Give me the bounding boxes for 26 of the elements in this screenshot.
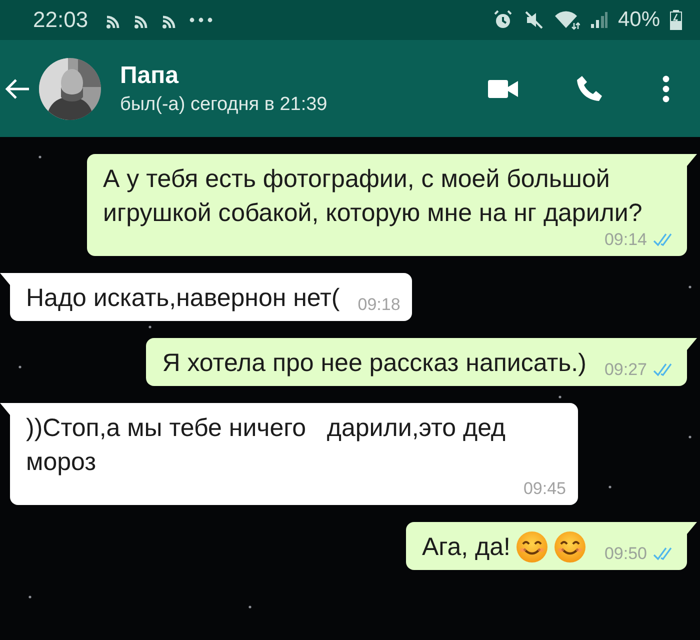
message-text: ))Стоп,а мы тебе ничего дарили,это дед мороз [26,413,507,478]
message-text: А у тебя есть фотографии, с моей большой игрушкой собакой, которую мне на нг дарили? [103,164,644,229]
more-notifications-icon [188,16,214,24]
alarm-icon [492,10,514,30]
message-text: Я хотела про нее рассказ написать.) [162,348,586,379]
clock-time: 22:03 [33,7,88,33]
back-arrow-icon[interactable] [4,78,30,100]
battery-percent: 40% [618,8,660,32]
mute-icon [524,10,544,30]
contact-name: Папа [120,62,180,90]
message-time: 09:27 [604,360,647,380]
menu-icon[interactable] [662,74,670,102]
message-time: 09:50 [604,544,647,564]
message-time: 09:18 [358,295,400,315]
smiling-face-icon [554,531,586,563]
message-time: 09:45 [523,479,566,499]
message-text: Надо искать,навернон нет( [26,283,340,314]
cell-signal-icon [590,11,608,29]
smiling-face-icon [516,531,548,563]
phone-call-icon[interactable] [576,74,604,102]
battery-charging-icon [670,10,682,30]
video-call-icon[interactable] [488,78,518,100]
message-time: 09:14 [604,230,647,250]
last-seen-status: был(-а) сегодня в 21:39 [120,94,328,116]
message-text: Ага, да! [422,532,510,563]
wifi-icon [554,10,580,30]
